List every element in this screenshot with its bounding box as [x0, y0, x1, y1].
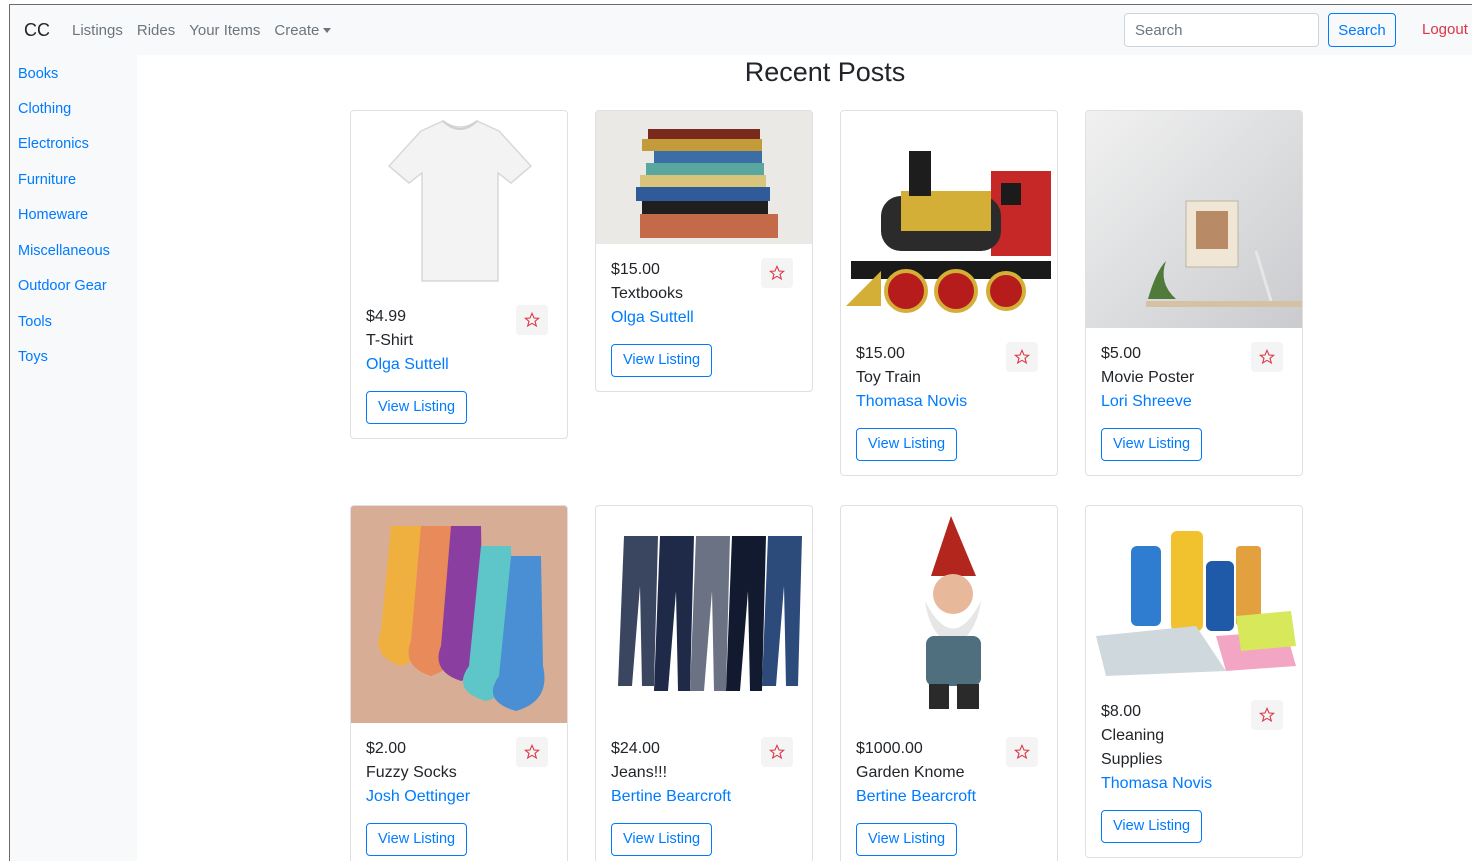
star-outline-icon	[769, 744, 785, 760]
view-listing-button[interactable]: View Listing	[856, 428, 958, 461]
listing-title: Cleaning Supplies	[1101, 727, 1165, 768]
star-outline-icon	[1259, 349, 1275, 365]
sidebar-item-homeware[interactable]: Homeware	[18, 207, 88, 223]
listing-title: Fuzzy Socks	[366, 764, 457, 781]
listing-body: $2.00 Fuzzy Socks Josh Oettinger View Li…	[351, 723, 567, 861]
sidebar-item-miscellaneous[interactable]: Miscellaneous	[18, 243, 110, 259]
listing-image	[351, 111, 567, 291]
nav-link-listings[interactable]: Listings	[72, 22, 123, 39]
listing-seller-link[interactable]: Bertine Bearcroft	[611, 785, 797, 809]
listing-body: $5.00 Movie Poster Lori Shreeve View Lis…	[1086, 328, 1302, 475]
listing-card: $5.00 Movie Poster Lori Shreeve View Lis…	[1085, 110, 1303, 476]
nav-link-rides[interactable]: Rides	[137, 22, 175, 39]
favorite-button[interactable]	[1006, 737, 1038, 767]
view-listing-button[interactable]: View Listing	[1101, 428, 1203, 461]
listing-title: Jeans!!!	[611, 764, 668, 781]
listing-card: $4.99 T-Shirt Olga Suttell View Listing	[350, 110, 568, 439]
view-listing-button[interactable]: View Listing	[366, 391, 468, 424]
listing-seller-link[interactable]: Thomasa Novis	[856, 390, 1042, 414]
sidebar-item-electronics[interactable]: Electronics	[18, 136, 89, 152]
search-button[interactable]: Search	[1328, 13, 1396, 47]
listing-title: T-Shirt	[366, 332, 414, 349]
listing-image	[596, 111, 812, 244]
search-input[interactable]	[1124, 13, 1319, 47]
browser-page: CC Listings Rides Your Items Create Sear…	[9, 4, 1472, 861]
top-navbar: CC Listings Rides Your Items Create Sear…	[10, 5, 1472, 55]
listing-image	[1086, 111, 1302, 328]
favorite-button[interactable]	[761, 737, 793, 767]
page-title: Recent Posts	[744, 57, 906, 87]
favorite-button[interactable]	[1251, 700, 1283, 730]
listing-card: $15.00 Textbooks Olga Suttell View Listi…	[595, 110, 813, 392]
caret-down-icon	[323, 27, 332, 33]
star-outline-icon	[524, 312, 540, 328]
listing-title: Toy Train	[856, 369, 921, 386]
listing-body: $8.00 Cleaning Supplies Thomasa Novis Vi…	[1086, 686, 1302, 857]
sidebar-item-clothing[interactable]: Clothing	[18, 101, 71, 117]
category-sidebar: Books Clothing Electronics Furniture Hom…	[10, 55, 137, 861]
listing-body: $15.00 Textbooks Olga Suttell View Listi…	[596, 244, 812, 391]
listing-card: $1000.00 Garden Knome Bertine Bearcroft …	[840, 505, 1058, 861]
sidebar-item-tools[interactable]: Tools	[18, 314, 52, 330]
logout-link[interactable]: Logout	[1422, 21, 1468, 38]
listing-title: Garden Knome	[856, 764, 965, 781]
favorite-button[interactable]	[516, 737, 548, 767]
listing-image	[841, 506, 1057, 723]
brand-logo[interactable]: CC	[24, 20, 50, 41]
listing-body: $15.00 Toy Train Thomasa Novis View List…	[841, 328, 1057, 475]
star-outline-icon	[1014, 349, 1030, 365]
star-outline-icon	[1259, 707, 1275, 723]
favorite-button[interactable]	[1006, 342, 1038, 372]
sidebar-item-toys[interactable]: Toys	[18, 349, 48, 365]
listing-card: $8.00 Cleaning Supplies Thomasa Novis Vi…	[1085, 505, 1303, 858]
view-listing-button[interactable]: View Listing	[611, 823, 713, 856]
favorite-button[interactable]	[516, 305, 548, 335]
view-listing-button[interactable]: View Listing	[1101, 810, 1203, 843]
view-listing-button[interactable]: View Listing	[366, 823, 468, 856]
listing-body: $24.00 Jeans!!! Bertine Bearcroft View L…	[596, 723, 812, 861]
listing-seller-link[interactable]: Thomasa Novis	[1101, 772, 1287, 796]
nav-link-your-items[interactable]: Your Items	[189, 22, 260, 39]
listing-title: Movie Poster	[1101, 369, 1195, 386]
sidebar-item-books[interactable]: Books	[18, 66, 58, 82]
view-listing-button[interactable]: View Listing	[611, 344, 713, 377]
listing-image	[841, 111, 1057, 328]
listing-body: $1000.00 Garden Knome Bertine Bearcroft …	[841, 723, 1057, 861]
nav-dropdown-create-label: Create	[274, 21, 320, 39]
listing-seller-link[interactable]: Bertine Bearcroft	[856, 785, 1042, 809]
star-outline-icon	[1014, 744, 1030, 760]
favorite-button[interactable]	[761, 258, 793, 288]
listing-body: $4.99 T-Shirt Olga Suttell View Listing	[351, 291, 567, 438]
sidebar-item-furniture[interactable]: Furniture	[18, 172, 76, 188]
listing-title: Textbooks	[611, 285, 684, 302]
listing-seller-link[interactable]: Lori Shreeve	[1101, 390, 1287, 414]
listing-card: $24.00 Jeans!!! Bertine Bearcroft View L…	[595, 505, 813, 861]
listing-seller-link[interactable]: Olga Suttell	[366, 353, 552, 377]
listing-image	[596, 506, 812, 723]
view-listing-button[interactable]: View Listing	[856, 823, 958, 856]
listing-card: $15.00 Toy Train Thomasa Novis View List…	[840, 110, 1058, 476]
nav-dropdown-create[interactable]: Create	[274, 21, 332, 39]
listing-image	[1086, 506, 1302, 686]
sidebar-item-outdoor-gear[interactable]: Outdoor Gear	[18, 278, 107, 294]
star-outline-icon	[524, 744, 540, 760]
listing-card: $2.00 Fuzzy Socks Josh Oettinger View Li…	[350, 505, 568, 861]
star-outline-icon	[769, 265, 785, 281]
listing-seller-link[interactable]: Olga Suttell	[611, 306, 797, 330]
listing-seller-link[interactable]: Josh Oettinger	[366, 785, 552, 809]
listing-image	[351, 506, 567, 723]
favorite-button[interactable]	[1251, 342, 1283, 372]
